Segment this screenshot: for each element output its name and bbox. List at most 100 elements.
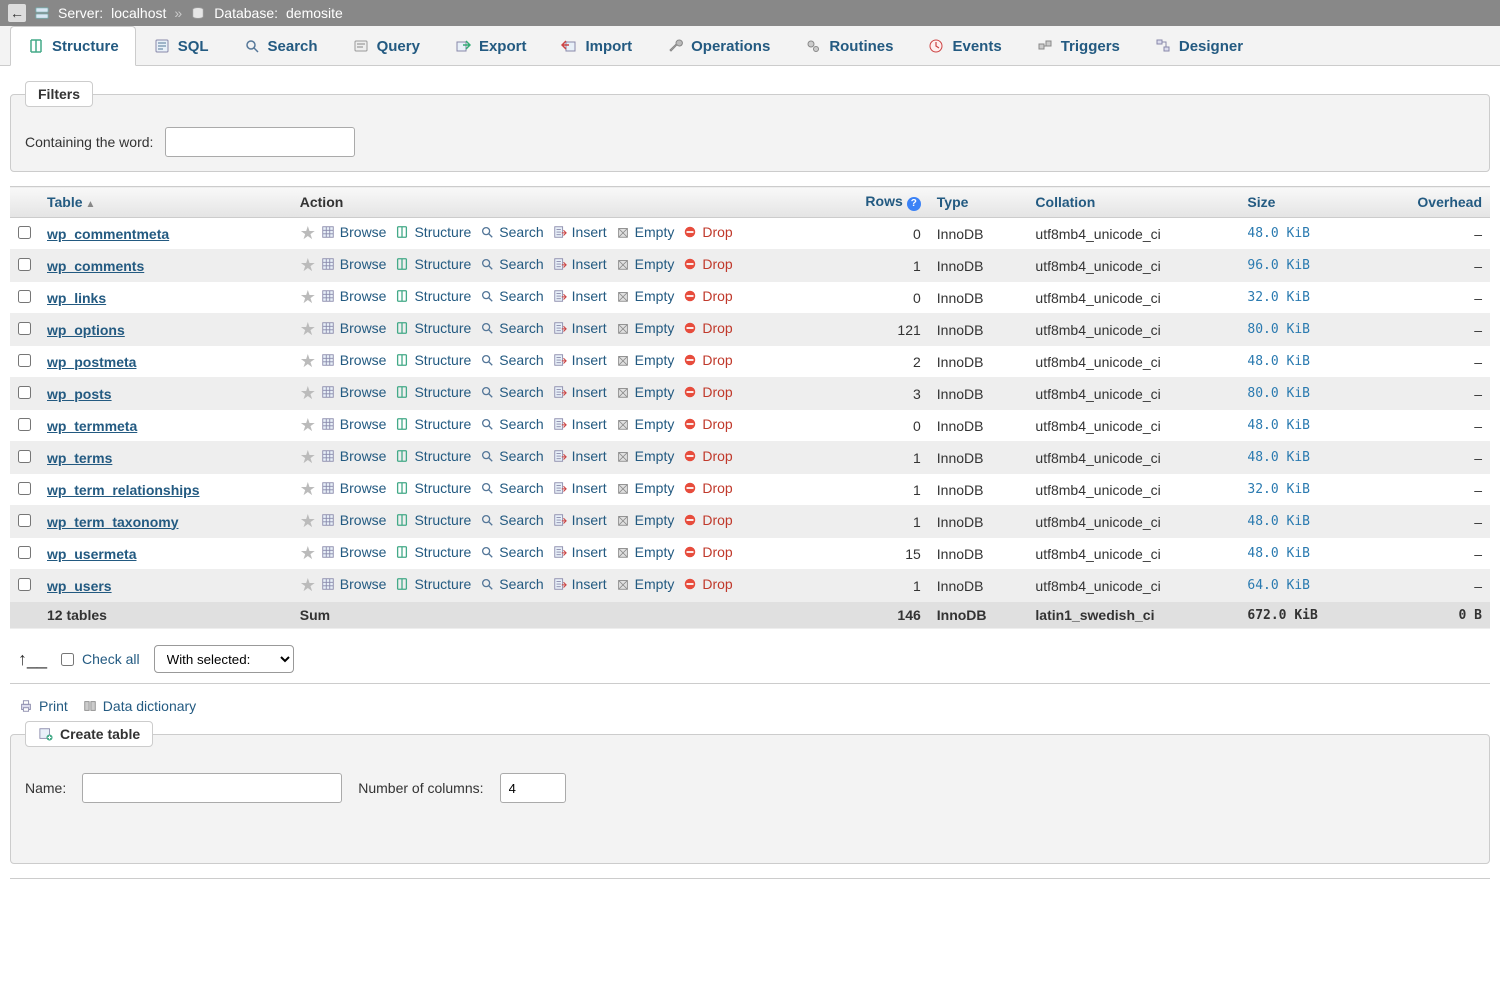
table-name-link[interactable]: wp_posts [47, 386, 112, 402]
col-type[interactable]: Type [929, 187, 1028, 218]
row-checkbox[interactable] [18, 226, 31, 239]
favorite-star-icon[interactable]: ★ [300, 447, 316, 467]
tab-export[interactable]: Export [437, 26, 544, 65]
favorite-star-icon[interactable]: ★ [300, 319, 316, 339]
drop-action[interactable]: Drop [682, 320, 732, 336]
row-checkbox[interactable] [18, 482, 31, 495]
row-checkbox[interactable] [18, 514, 31, 527]
search-action[interactable]: Search [479, 320, 543, 336]
db-link[interactable]: demosite [286, 5, 343, 21]
data-dictionary-link[interactable]: Data dictionary [82, 698, 196, 714]
insert-action[interactable]: Insert [552, 256, 607, 272]
drop-action[interactable]: Drop [682, 448, 732, 464]
search-action[interactable]: Search [479, 224, 543, 240]
empty-action[interactable]: Empty [615, 416, 675, 432]
browse-action[interactable]: Browse [320, 352, 387, 368]
structure-action[interactable]: Structure [394, 512, 471, 528]
filter-input[interactable] [165, 127, 355, 157]
insert-action[interactable]: Insert [552, 352, 607, 368]
drop-action[interactable]: Drop [682, 352, 732, 368]
drop-action[interactable]: Drop [682, 224, 732, 240]
insert-action[interactable]: Insert [552, 224, 607, 240]
table-name-link[interactable]: wp_termmeta [47, 418, 137, 434]
search-action[interactable]: Search [479, 288, 543, 304]
tab-routines[interactable]: Routines [787, 26, 910, 65]
search-action[interactable]: Search [479, 480, 543, 496]
insert-action[interactable]: Insert [552, 384, 607, 400]
create-cols-input[interactable] [500, 773, 566, 803]
drop-action[interactable]: Drop [682, 384, 732, 400]
row-checkbox[interactable] [18, 578, 31, 591]
favorite-star-icon[interactable]: ★ [300, 543, 316, 563]
tab-triggers[interactable]: Triggers [1019, 26, 1137, 65]
row-checkbox[interactable] [18, 546, 31, 559]
search-action[interactable]: Search [479, 256, 543, 272]
empty-action[interactable]: Empty [615, 544, 675, 560]
favorite-star-icon[interactable]: ★ [300, 415, 316, 435]
table-name-link[interactable]: wp_postmeta [47, 354, 136, 370]
browse-action[interactable]: Browse [320, 448, 387, 464]
drop-action[interactable]: Drop [682, 480, 732, 496]
insert-action[interactable]: Insert [552, 320, 607, 336]
help-icon[interactable]: ? [907, 197, 921, 211]
table-name-link[interactable]: wp_term_relationships [47, 482, 200, 498]
table-name-link[interactable]: wp_comments [47, 258, 144, 274]
tab-events[interactable]: Events [910, 26, 1018, 65]
empty-action[interactable]: Empty [615, 288, 675, 304]
search-action[interactable]: Search [479, 544, 543, 560]
browse-action[interactable]: Browse [320, 512, 387, 528]
structure-action[interactable]: Structure [394, 448, 471, 464]
row-checkbox[interactable] [18, 322, 31, 335]
browse-action[interactable]: Browse [320, 288, 387, 304]
col-size[interactable]: Size [1239, 187, 1369, 218]
tab-structure[interactable]: Structure [10, 26, 136, 66]
insert-action[interactable]: Insert [552, 512, 607, 528]
browse-action[interactable]: Browse [320, 576, 387, 592]
insert-action[interactable]: Insert [552, 544, 607, 560]
insert-action[interactable]: Insert [552, 448, 607, 464]
structure-action[interactable]: Structure [394, 320, 471, 336]
drop-action[interactable]: Drop [682, 288, 732, 304]
back-arrow-icon[interactable]: ← [8, 4, 26, 22]
row-checkbox[interactable] [18, 290, 31, 303]
tab-import[interactable]: Import [543, 26, 649, 65]
favorite-star-icon[interactable]: ★ [300, 223, 316, 243]
drop-action[interactable]: Drop [682, 416, 732, 432]
search-action[interactable]: Search [479, 512, 543, 528]
drop-action[interactable]: Drop [682, 256, 732, 272]
drop-action[interactable]: Drop [682, 576, 732, 592]
create-name-input[interactable] [82, 773, 342, 803]
empty-action[interactable]: Empty [615, 320, 675, 336]
empty-action[interactable]: Empty [615, 512, 675, 528]
table-name-link[interactable]: wp_terms [47, 450, 112, 466]
browse-action[interactable]: Browse [320, 256, 387, 272]
browse-action[interactable]: Browse [320, 224, 387, 240]
search-action[interactable]: Search [479, 576, 543, 592]
favorite-star-icon[interactable]: ★ [300, 479, 316, 499]
structure-action[interactable]: Structure [394, 416, 471, 432]
empty-action[interactable]: Empty [615, 384, 675, 400]
structure-action[interactable]: Structure [394, 384, 471, 400]
browse-action[interactable]: Browse [320, 384, 387, 400]
table-name-link[interactable]: wp_links [47, 290, 106, 306]
browse-action[interactable]: Browse [320, 544, 387, 560]
structure-action[interactable]: Structure [394, 544, 471, 560]
structure-action[interactable]: Structure [394, 256, 471, 272]
structure-action[interactable]: Structure [394, 288, 471, 304]
empty-action[interactable]: Empty [615, 576, 675, 592]
browse-action[interactable]: Browse [320, 416, 387, 432]
structure-action[interactable]: Structure [394, 480, 471, 496]
structure-action[interactable]: Structure [394, 224, 471, 240]
empty-action[interactable]: Empty [615, 224, 675, 240]
empty-action[interactable]: Empty [615, 448, 675, 464]
table-name-link[interactable]: wp_options [47, 322, 125, 338]
print-link[interactable]: Print [18, 698, 68, 714]
table-name-link[interactable]: wp_users [47, 578, 112, 594]
empty-action[interactable]: Empty [615, 256, 675, 272]
table-name-link[interactable]: wp_term_taxonomy [47, 514, 178, 530]
empty-action[interactable]: Empty [615, 352, 675, 368]
table-name-link[interactable]: wp_commentmeta [47, 226, 169, 242]
tab-query[interactable]: Query [335, 26, 437, 65]
table-name-link[interactable]: wp_usermeta [47, 546, 136, 562]
check-all-label[interactable]: Check all [61, 651, 140, 667]
